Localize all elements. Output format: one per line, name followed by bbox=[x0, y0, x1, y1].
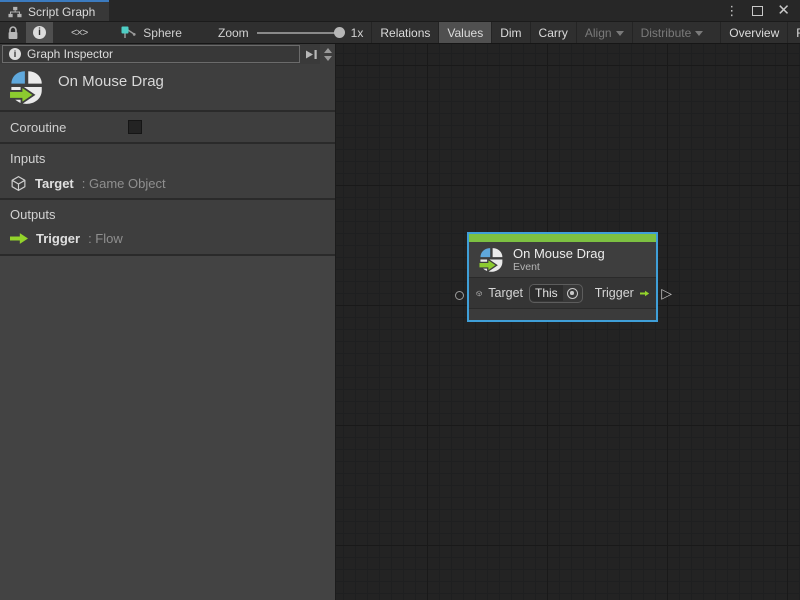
zoom-slider-knob[interactable] bbox=[334, 27, 345, 38]
zoom-control: Zoom 1x bbox=[192, 22, 371, 43]
panel-scroll-spinner[interactable] bbox=[320, 44, 335, 64]
unity-script-graph-window: Script Graph ⋮ ✕ i <×> Sph bbox=[0, 0, 800, 600]
coroutine-label: Coroutine bbox=[10, 120, 128, 135]
toolbar-button-distribute[interactable]: Distribute bbox=[632, 22, 712, 43]
flow-arrow-icon bbox=[640, 287, 649, 300]
tab-bar: Script Graph ⋮ ✕ bbox=[0, 0, 800, 22]
button-label: Relations bbox=[380, 26, 430, 40]
input-row-target: Target : Game Object bbox=[10, 175, 335, 192]
window-controls: ⋮ ✕ bbox=[725, 0, 800, 21]
output-type: : Flow bbox=[88, 231, 123, 246]
coroutine-row: Coroutine bbox=[0, 112, 335, 144]
info-icon: i bbox=[9, 48, 21, 60]
output-row-trigger: Trigger : Flow bbox=[10, 231, 335, 246]
node-footer bbox=[469, 309, 656, 320]
zoom-slider[interactable] bbox=[257, 32, 343, 34]
toolbar-button-relations[interactable]: Relations bbox=[371, 22, 438, 43]
flow-arrow-icon bbox=[10, 233, 28, 244]
coroutine-checkbox[interactable] bbox=[128, 120, 142, 134]
inspector-title-box: i Graph Inspector bbox=[2, 45, 300, 63]
inspector-title: Graph Inspector bbox=[27, 47, 113, 61]
chevron-down-icon bbox=[616, 31, 624, 36]
output-port-connector[interactable]: ▷ bbox=[661, 285, 672, 302]
target-port-label: Target bbox=[488, 286, 523, 300]
dock-arrow-icon bbox=[305, 49, 318, 60]
dock-panel-button[interactable] bbox=[302, 44, 320, 64]
button-label: Distribute bbox=[641, 26, 692, 40]
zoom-value: 1x bbox=[351, 26, 364, 40]
toolbar-button-dim[interactable]: Dim bbox=[491, 22, 529, 43]
node-subtitle: Event bbox=[513, 261, 605, 273]
window-content: i Graph Inspector bbox=[0, 44, 800, 600]
script-graph-asset-icon bbox=[121, 26, 137, 40]
output-name: Trigger bbox=[36, 231, 80, 246]
node-title-block: On Mouse Drag Event bbox=[513, 246, 605, 273]
outputs-header: Outputs bbox=[10, 207, 335, 222]
tab-label: Script Graph bbox=[28, 5, 95, 19]
target-value: This bbox=[530, 285, 563, 301]
on-mouse-drag-node[interactable]: On Mouse Drag Event Target This Tri bbox=[467, 232, 658, 322]
tab-script-graph[interactable]: Script Graph bbox=[0, 0, 109, 21]
graph-owner-reference[interactable]: Sphere bbox=[105, 22, 192, 43]
input-type: : Game Object bbox=[82, 176, 166, 191]
spinner-up-icon[interactable] bbox=[324, 48, 332, 53]
toolbar-button-carry[interactable]: Carry bbox=[530, 22, 576, 43]
inspector-header-bar: i Graph Inspector bbox=[0, 44, 335, 64]
code-view-button[interactable]: <×> bbox=[53, 22, 105, 43]
toolbar-button-align[interactable]: Align bbox=[576, 22, 632, 43]
button-label: Carry bbox=[539, 26, 568, 40]
lock-icon bbox=[7, 26, 19, 40]
zoom-label: Zoom bbox=[218, 26, 249, 40]
toolbar-button-overview[interactable]: Overview bbox=[720, 22, 787, 43]
toolbar-button-full-screen[interactable]: Full Screen bbox=[787, 22, 800, 43]
on-mouse-drag-icon bbox=[478, 246, 504, 273]
input-port-connector[interactable] bbox=[455, 291, 464, 300]
inspector-empty-area bbox=[0, 256, 335, 600]
inspector-toggle-button[interactable]: i bbox=[26, 22, 53, 43]
window-close-icon[interactable]: ✕ bbox=[777, 6, 790, 16]
input-name: Target bbox=[35, 176, 74, 191]
trigger-port-label: Trigger bbox=[595, 286, 634, 300]
selected-unit-header: On Mouse Drag bbox=[0, 64, 335, 112]
graph-canvas[interactable]: On Mouse Drag Event Target This Tri bbox=[336, 44, 800, 600]
target-value-chip[interactable]: This bbox=[529, 284, 583, 303]
window-menu-icon[interactable]: ⋮ bbox=[725, 3, 738, 19]
inputs-section: Inputs Target : Game Object bbox=[0, 144, 335, 200]
button-label: Align bbox=[585, 26, 612, 40]
graph-inspector-panel: i Graph Inspector bbox=[0, 44, 336, 600]
unit-title: On Mouse Drag bbox=[58, 73, 164, 90]
button-label: Full Screen bbox=[796, 26, 800, 40]
graph-toolbar: i <×> Sphere Zoom 1x Relations Values bbox=[0, 22, 800, 44]
game-object-cube-icon bbox=[476, 286, 482, 301]
lock-button[interactable] bbox=[0, 22, 26, 43]
inputs-header: Inputs bbox=[10, 151, 335, 166]
toolbar-button-values[interactable]: Values bbox=[438, 22, 491, 43]
window-maximize-icon[interactable] bbox=[752, 6, 763, 16]
button-label: Dim bbox=[500, 26, 521, 40]
graph-owner-label: Sphere bbox=[143, 26, 182, 40]
button-label: Values bbox=[447, 26, 483, 40]
spinner-down-icon[interactable] bbox=[324, 56, 332, 61]
node-header[interactable]: On Mouse Drag Event bbox=[469, 242, 656, 277]
on-mouse-drag-icon bbox=[8, 68, 44, 106]
info-icon: i bbox=[33, 26, 46, 39]
chevron-down-icon bbox=[695, 31, 703, 36]
event-color-bar bbox=[469, 234, 656, 242]
game-object-cube-icon bbox=[10, 175, 27, 192]
node-ports-row: Target This Trigger bbox=[469, 278, 656, 308]
graph-hierarchy-icon bbox=[8, 6, 22, 18]
node-title: On Mouse Drag bbox=[513, 246, 605, 261]
button-label: Overview bbox=[729, 26, 779, 40]
outputs-section: Outputs Trigger : Flow bbox=[0, 200, 335, 256]
tab-bar-spacer bbox=[109, 0, 725, 21]
object-picker-icon[interactable] bbox=[567, 288, 578, 299]
